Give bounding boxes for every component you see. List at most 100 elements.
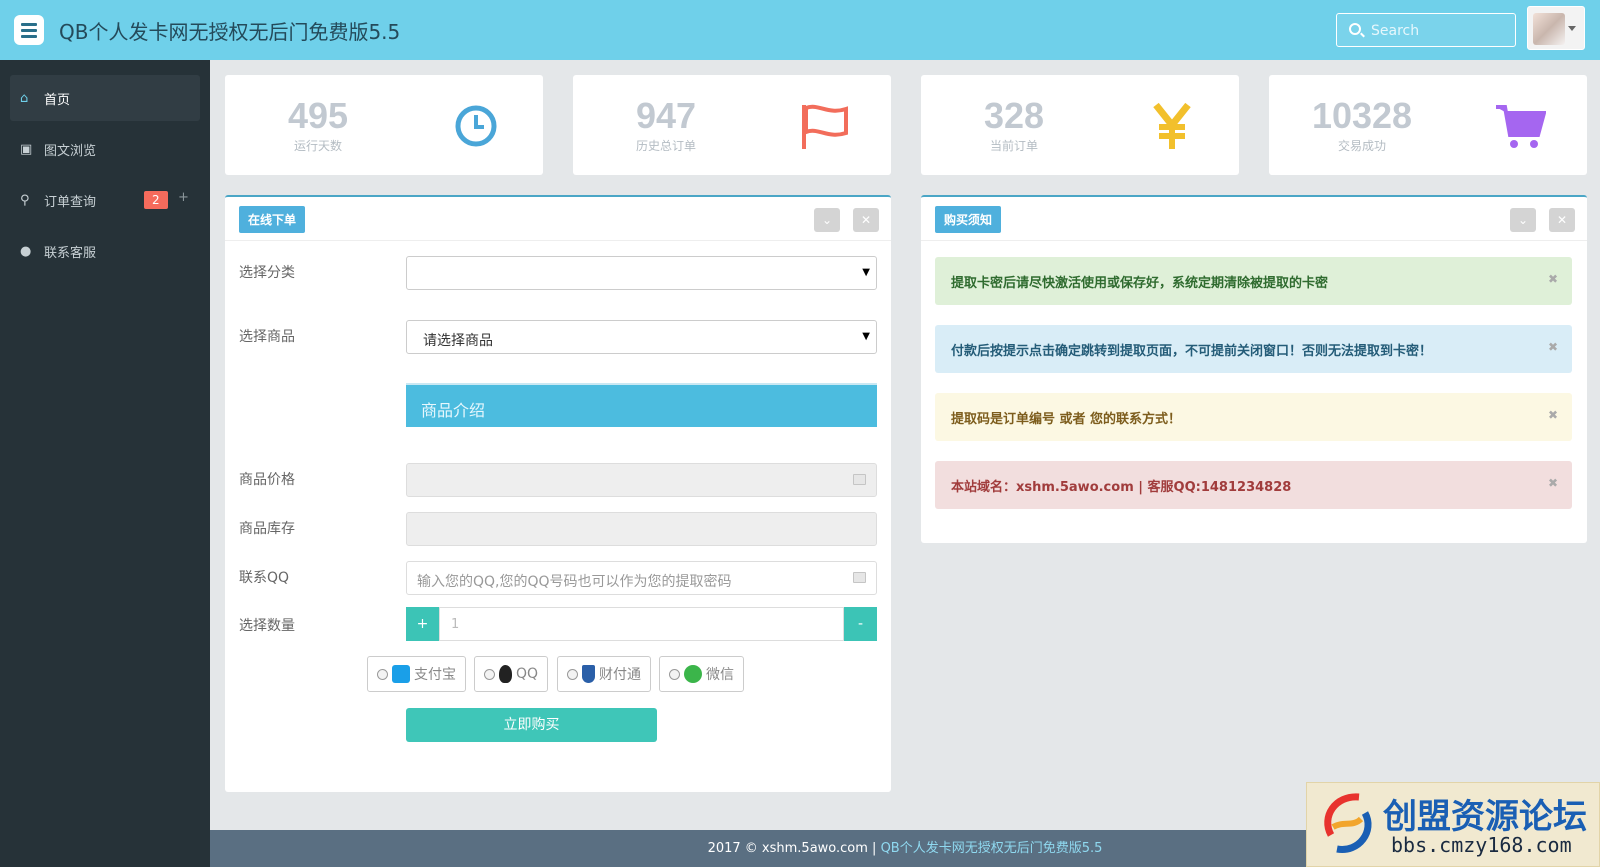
flag-icon	[802, 104, 848, 149]
watermark-url: bbs.cmzy168.com	[1391, 833, 1572, 857]
clock-icon	[455, 105, 497, 147]
image-icon: ▣	[20, 141, 33, 157]
buy-now-button[interactable]: 立即购买	[406, 708, 657, 742]
alert-text: 付款后按提示点击确定跳转到提取页面，不可提前关闭窗口！否则无法提取到卡密！	[951, 344, 1433, 359]
product-intro-header: 商品介绍	[406, 383, 877, 427]
tenpay-icon	[582, 665, 595, 683]
order-panel: 在线下单 ⌄ ✕ 选择分类 ▼ 选择商品 请选择商品 ▼ 商品介绍 商品价格 商…	[225, 195, 891, 792]
chevron-down-icon	[1568, 26, 1576, 31]
close-icon[interactable]: ✖	[1548, 340, 1558, 354]
price-label: 商品价格	[239, 472, 295, 488]
quantity-label: 选择数量	[239, 618, 295, 634]
sidebar-item-order-query[interactable]: ⚲ 订单查询 2 +	[10, 177, 200, 223]
pay-label: 财付通	[599, 667, 641, 683]
stat-value: 328	[983, 95, 1045, 136]
stat-label: 运行天数	[293, 139, 342, 153]
pay-label: 微信	[706, 667, 734, 683]
sidebar-item-home[interactable]: ⌂ 首页	[10, 75, 200, 121]
home-icon: ⌂	[20, 90, 29, 106]
search-input[interactable]	[1371, 20, 1511, 42]
quantity-increase-button[interactable]: +	[406, 607, 439, 641]
quantity-decrease-button[interactable]: -	[844, 607, 877, 641]
stock-field	[406, 512, 877, 546]
stat-card-success: 10328 交易成功	[1269, 75, 1587, 175]
stat-card-run-days: 495 运行天数	[225, 75, 543, 175]
note-icon	[853, 474, 866, 485]
collapse-button[interactable]: ⌄	[1510, 208, 1536, 232]
note-icon	[853, 572, 866, 583]
sidebar-item-label: 联系客服	[44, 245, 97, 261]
close-button[interactable]: ✕	[1549, 208, 1575, 232]
notice-alert: 提取卡密后请尽快激活使用或保存好，系统定期清除被提取的卡密 ✖	[935, 257, 1572, 305]
panel-title: 购买须知	[935, 206, 1002, 233]
panel-title: 在线下单	[239, 206, 306, 233]
stat-card-total-orders: 947 历史总订单	[573, 75, 891, 175]
wechat-icon	[684, 665, 702, 683]
notice-alert: 本站域名：xshm.5awo.com | 客服QQ:1481234828 ✖	[935, 461, 1572, 509]
order-count-badge: 2	[144, 191, 168, 209]
sidebar: ⌂ 首页 ▣ 图文浏览 ⚲ 订单查询 2 + ● 联系客服	[0, 60, 210, 867]
search-box[interactable]	[1336, 13, 1516, 47]
product-select[interactable]: 请选择商品 ▼	[406, 320, 877, 354]
close-button[interactable]: ✕	[853, 208, 879, 232]
pay-option-alipay[interactable]: 支付宝	[367, 656, 466, 692]
pay-option-qq[interactable]: QQ	[474, 656, 549, 692]
panel-header: 在线下单 ⌄ ✕	[225, 197, 891, 241]
chevron-down-icon: ▼	[862, 331, 870, 342]
notice-panel: 购买须知 ⌄ ✕ 提取卡密后请尽快激活使用或保存好，系统定期清除被提取的卡密 ✖…	[921, 195, 1587, 543]
close-icon[interactable]: ✖	[1548, 272, 1558, 286]
qq-input[interactable]: 输入您的QQ,您的QQ号码也可以作为您的提取密码	[406, 561, 877, 595]
user-icon: ●	[20, 243, 32, 259]
footer-link[interactable]: QB个人发卡网无授权无后门免费版5.5	[881, 841, 1103, 856]
chevron-down-icon: ▼	[862, 267, 870, 278]
radio-button[interactable]	[377, 668, 388, 680]
pay-option-wechat[interactable]: 微信	[659, 656, 744, 692]
qq-label: 联系QQ	[239, 570, 290, 586]
alert-text: 提取码是订单编号 或者 您的联系方式！	[951, 412, 1182, 427]
menu-toggle-button[interactable]	[14, 15, 44, 45]
stat-label: 当前订单	[989, 139, 1038, 153]
notice-alert: 付款后按提示点击确定跳转到提取页面，不可提前关闭窗口！否则无法提取到卡密！ ✖	[935, 325, 1572, 373]
stat-value: 495	[287, 95, 349, 136]
sidebar-item-label: 图文浏览	[44, 143, 97, 159]
user-menu-button[interactable]	[1527, 6, 1585, 50]
alipay-icon	[392, 665, 410, 683]
watermark-title: 创盟资源论坛	[1383, 797, 1587, 837]
sidebar-item-gallery[interactable]: ▣ 图文浏览	[10, 126, 200, 172]
pay-option-tenpay[interactable]: 财付通	[557, 656, 651, 692]
stat-value: 947	[635, 95, 697, 136]
qq-placeholder: 输入您的QQ,您的QQ号码也可以作为您的提取密码	[417, 574, 732, 590]
sidebar-item-label: 订单查询	[44, 194, 97, 210]
panel-header: 购买须知 ⌄ ✕	[921, 197, 1587, 241]
stat-card-current-orders: 328 当前订单	[921, 75, 1239, 175]
stat-value: 10328	[1311, 95, 1413, 136]
product-value: 请选择商品	[423, 333, 493, 349]
pay-label: 支付宝	[414, 667, 456, 683]
sidebar-item-support[interactable]: ● 联系客服	[10, 228, 200, 274]
category-label: 选择分类	[239, 265, 295, 281]
close-icon[interactable]: ✖	[1548, 408, 1558, 422]
sidebar-item-label: 首页	[44, 92, 71, 108]
avatar	[1533, 13, 1565, 45]
stat-label: 历史总订单	[635, 139, 696, 153]
radio-button[interactable]	[567, 668, 578, 680]
cart-icon	[1496, 105, 1546, 148]
collapse-button[interactable]: ⌄	[814, 208, 840, 232]
radio-button[interactable]	[669, 668, 680, 680]
forum-logo-icon	[1324, 793, 1372, 853]
price-field	[406, 463, 877, 497]
app-title: QB个人发卡网无授权无后门免费版5.5	[59, 20, 401, 44]
stock-label: 商品库存	[239, 521, 295, 537]
footer-copyright: 2017 © xshm.5awo.com |	[707, 841, 881, 856]
search-icon	[1349, 23, 1361, 35]
search-icon: ⚲	[20, 192, 30, 208]
qq-icon	[499, 665, 512, 683]
radio-button[interactable]	[484, 668, 495, 680]
pay-label: QQ	[516, 666, 539, 682]
category-select[interactable]: ▼	[406, 256, 877, 290]
alert-text: 本站域名：xshm.5awo.com | 客服QQ:1481234828	[951, 480, 1292, 495]
product-label: 选择商品	[239, 329, 295, 345]
quantity-input[interactable]: 1	[439, 607, 844, 641]
expand-icon[interactable]: +	[178, 190, 189, 205]
close-icon[interactable]: ✖	[1548, 476, 1558, 490]
